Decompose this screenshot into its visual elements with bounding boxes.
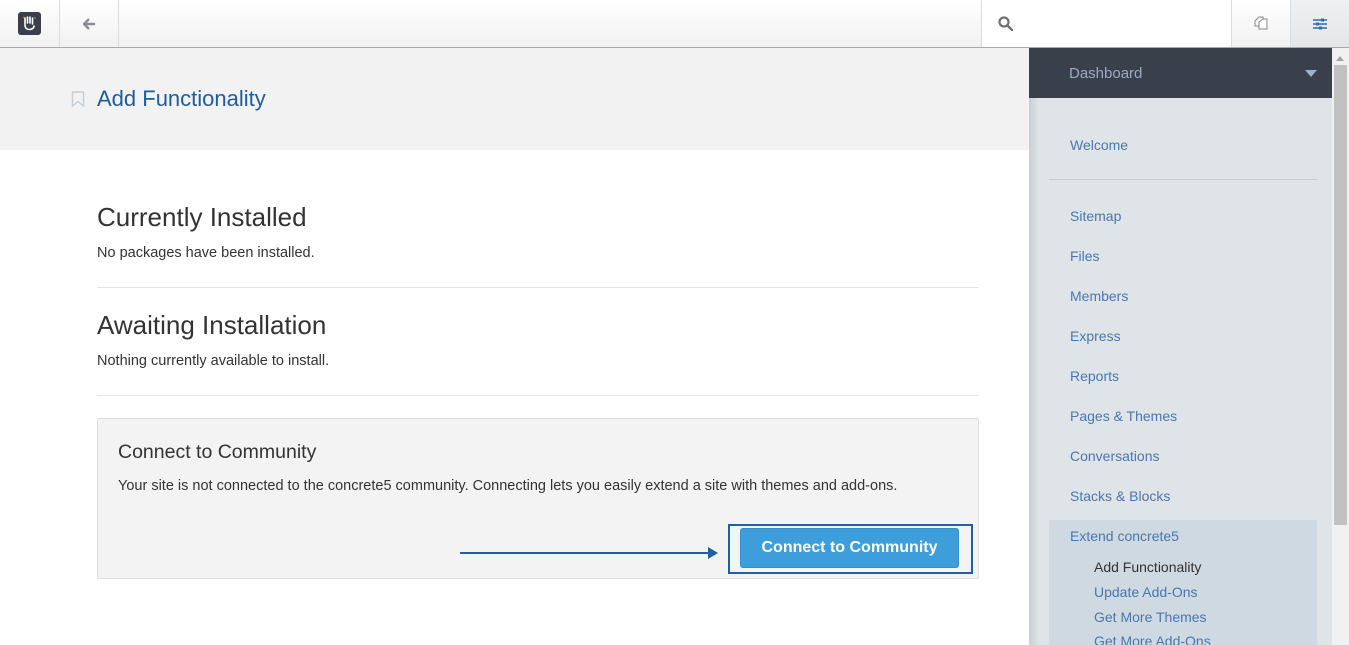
sub-item-add-functionality[interactable]: Add Functionality <box>1094 559 1201 575</box>
nav-item-stacks-blocks[interactable]: Stacks & Blocks <box>1070 488 1170 504</box>
search-box[interactable] <box>981 0 1231 47</box>
annotation-arrow-head-icon <box>708 547 718 559</box>
back-button[interactable] <box>60 0 119 47</box>
page-title: Add Functionality <box>97 86 266 111</box>
panel-shadow <box>1029 98 1039 645</box>
copy-pages-icon <box>1254 16 1268 29</box>
search-input[interactable] <box>1021 8 1221 39</box>
nav-item-extend-concrete5[interactable]: Extend concrete5 <box>1070 528 1179 544</box>
top-toolbar <box>0 0 1349 48</box>
currently-installed-text: No packages have been installed. <box>97 245 315 261</box>
dashboard-label: Dashboard <box>1069 65 1143 82</box>
nav-item-conversations[interactable]: Conversations <box>1070 448 1160 464</box>
search-icon <box>998 16 1013 31</box>
page-header: Add Functionality <box>0 48 1029 150</box>
dashboard-panel-button[interactable] <box>1290 0 1349 47</box>
sub-item-get-more-add-ons[interactable]: Get More Add-Ons <box>1094 633 1211 645</box>
currently-installed-section: Currently Installed No packages have bee… <box>97 202 979 261</box>
nav-item-sitemap[interactable]: Sitemap <box>1070 208 1121 224</box>
copy-pages-button[interactable] <box>1231 0 1290 47</box>
currently-installed-heading: Currently Installed <box>97 202 307 232</box>
dashboard-menu-header[interactable]: Dashboard <box>1029 48 1332 98</box>
nav-item-files[interactable]: Files <box>1070 248 1100 264</box>
awaiting-installation-heading: Awaiting Installation <box>97 310 327 340</box>
arrow-left-icon <box>82 17 95 30</box>
logo-button[interactable] <box>0 0 60 47</box>
connect-to-community-button[interactable]: Connect to Community <box>740 528 959 568</box>
nav-item-members[interactable]: Members <box>1070 288 1128 304</box>
connect-community-heading: Connect to Community <box>118 441 317 463</box>
nav-item-reports[interactable]: Reports <box>1070 368 1119 384</box>
scroll-thumb[interactable] <box>1334 65 1347 525</box>
sub-item-get-more-themes[interactable]: Get More Themes <box>1094 609 1207 625</box>
sub-item-update-add-ons[interactable]: Update Add-Ons <box>1094 584 1198 600</box>
divider <box>97 395 979 396</box>
nav-divider <box>1049 179 1317 180</box>
awaiting-installation-text: Nothing currently available to install. <box>97 353 330 369</box>
sliders-icon <box>1313 18 1327 29</box>
divider <box>97 287 979 288</box>
bookmark-icon[interactable] <box>71 91 85 107</box>
connect-community-text: Your site is not connected to the concre… <box>118 478 898 494</box>
annotation-arrow-line <box>460 552 710 554</box>
nav-item-welcome[interactable]: Welcome <box>1070 137 1128 153</box>
dashboard-panel: Dashboard Welcome Sitemap Files Members … <box>1029 48 1332 645</box>
panel-scrollbar[interactable] <box>1332 48 1349 645</box>
concrete5-logo-icon <box>18 12 41 35</box>
scroll-up-icon[interactable] <box>1336 56 1344 61</box>
connect-community-panel: Connect to Community Your site is not co… <box>97 418 979 579</box>
caret-down-icon[interactable] <box>1305 70 1317 77</box>
nav-item-express[interactable]: Express <box>1070 328 1121 344</box>
awaiting-installation-section: Awaiting Installation Nothing currently … <box>97 310 979 369</box>
nav-item-pages-themes[interactable]: Pages & Themes <box>1070 408 1177 424</box>
